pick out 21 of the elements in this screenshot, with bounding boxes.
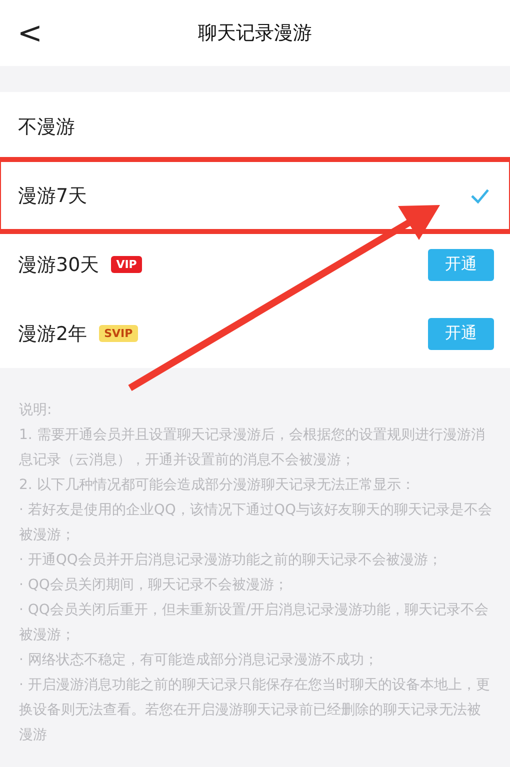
back-button[interactable]: < <box>0 8 60 58</box>
option-row[interactable]: 漫游2年 SVIP 开通 <box>0 299 510 368</box>
note-text: · 开启漫游消息功能之前的聊天记录只能保存在您当时聊天的设备本地上，更换设备则无法查看。若您在开启漫游聊天记录前已经删除的聊天记录无法被漫游 <box>19 676 491 745</box>
note-text: · 开通QQ会员并开启消息记录漫游功能之前的聊天记录不会被漫游； <box>19 551 443 570</box>
option-row[interactable]: 不漫游 <box>0 92 510 161</box>
membership-badge: SVIP <box>99 325 138 342</box>
note-text: · 若好友是使用的企业QQ，该情况下通过QQ与该好友聊天的聊天记录是不会被漫游； <box>19 501 493 545</box>
page-title: 聊天记录漫游 <box>197 21 313 46</box>
note-text: 2. 以下几种情况都可能会造成部分漫游聊天记录无法正常显示： <box>19 476 416 495</box>
note-text: · QQ会员关闭后重开，但未重新设置/开启消息记录漫游功能，聊天记录不会被漫游； <box>19 601 490 645</box>
note-text: 说明: <box>19 401 53 420</box>
option-label: 漫游30天 <box>18 252 100 278</box>
option-label: 漫游2年 <box>18 322 88 346</box>
note-text: · 网络状态不稳定，有可能造成部分消息记录漫游不成功； <box>19 651 379 670</box>
option-row[interactable]: 漫游7天 <box>0 161 510 230</box>
option-label: 不漫游 <box>18 114 75 140</box>
note-text: 1. 需要开通会员并且设置聊天记录漫游后，会根据您的设置规则进行漫游消息记录（云消息），开通并设置前的消息不会被漫游； <box>19 426 486 470</box>
option-label: 漫游7天 <box>18 184 88 208</box>
membership-badge: VIP <box>111 256 142 273</box>
note-text: · QQ会员关闭期间，聊天记录不会被漫游； <box>19 576 289 595</box>
option-row[interactable]: 漫游30天 VIP 开通 <box>0 230 510 299</box>
